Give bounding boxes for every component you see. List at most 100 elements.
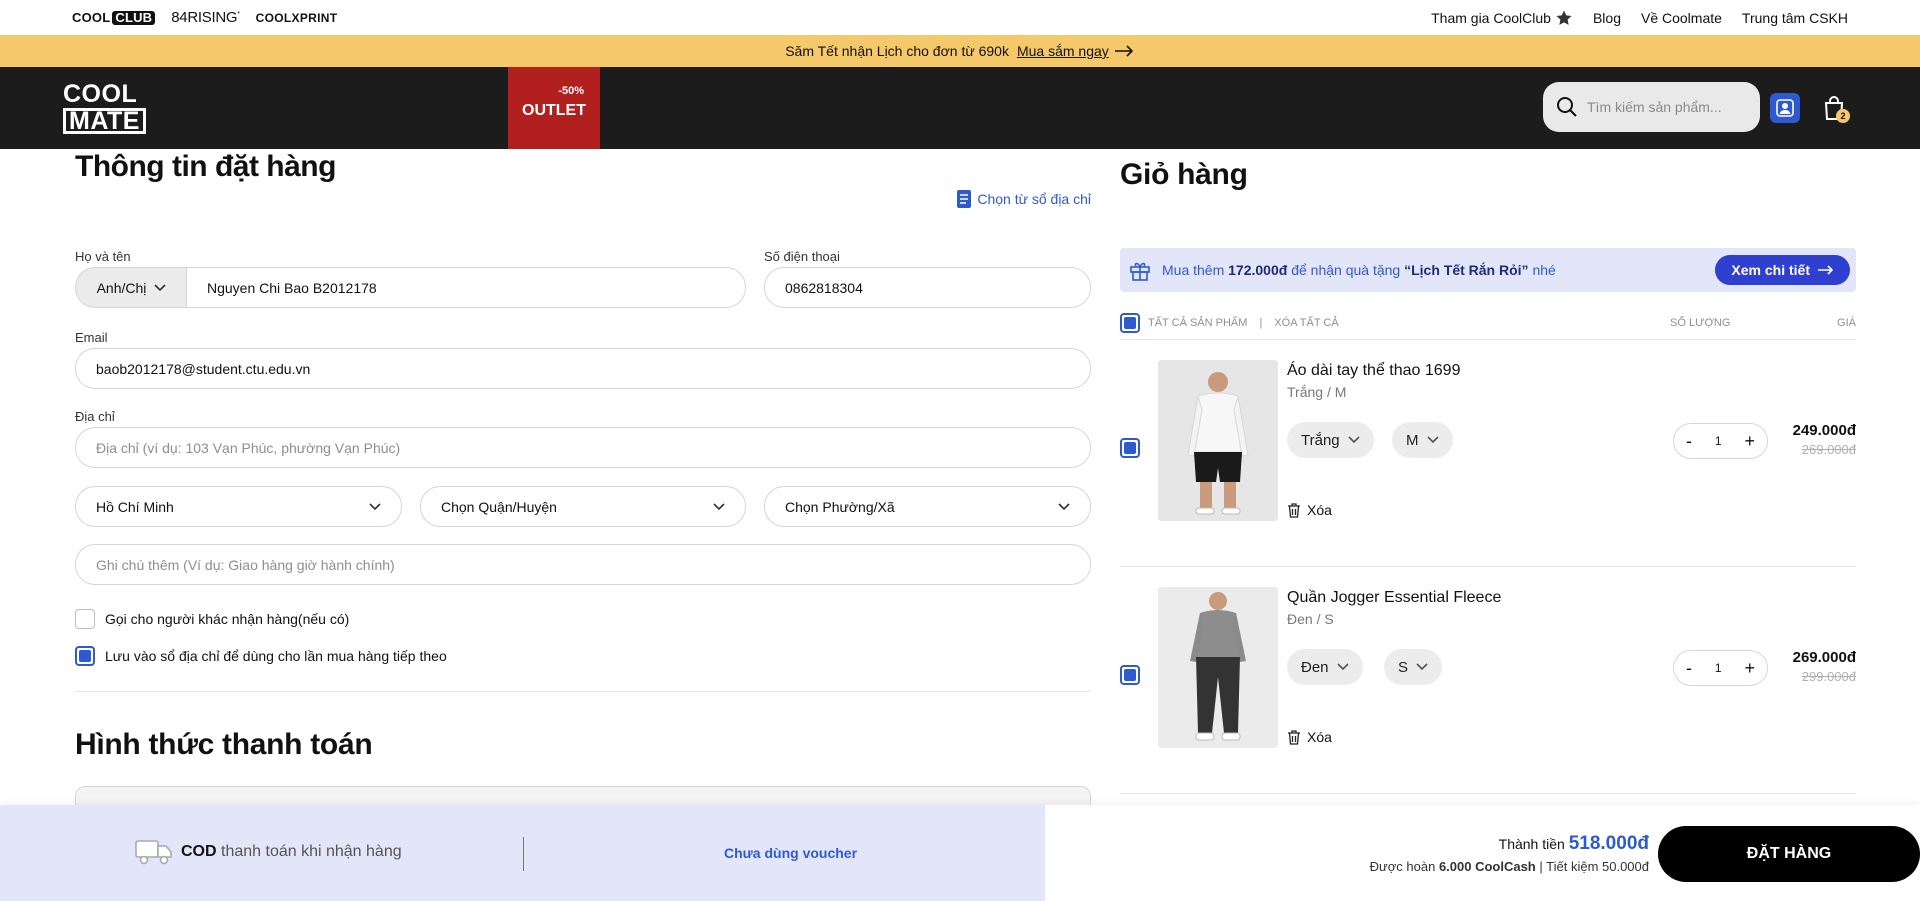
checkout-separator — [523, 837, 524, 871]
total-row: Thành tiền 518.000đ — [1370, 833, 1649, 855]
fullname-label: Họ và tên — [75, 249, 131, 264]
select-all-label[interactable]: TẤT CẢ SẢN PHẨM — [1148, 317, 1247, 329]
place-order-button[interactable]: ĐẶT HÀNG — [1658, 826, 1920, 882]
payment-method-title: Hình thức thanh toán — [75, 728, 373, 761]
chevron-down-icon — [1416, 663, 1428, 671]
cart-table-header: TẤT CẢ SẢN PHẨM | XÓA TẤT CẢ SỐ LƯỢNG GI… — [1120, 308, 1856, 338]
savings-text: | Tiết kiệm 50.000đ — [1539, 859, 1649, 874]
product-photo-longsleeve — [1158, 360, 1278, 521]
salutation-select[interactable]: Anh/Chị — [75, 267, 187, 308]
chevron-down-icon — [713, 502, 725, 510]
header-separator: | — [1259, 317, 1263, 329]
clear-all-link[interactable]: XÓA TẤT CẢ — [1274, 317, 1338, 329]
order-info-title: Thông tin đặt hàng — [75, 150, 336, 183]
blog-link[interactable]: Blog — [1593, 10, 1621, 26]
quantity-value[interactable]: 1 — [1715, 661, 1722, 675]
cart-count-badge: 2 — [1836, 109, 1850, 123]
user-icon — [1776, 99, 1794, 117]
gift-promo-banner: Mua thêm 172.000đ để nhận quà tặng “Lịch… — [1120, 248, 1856, 292]
join-coolclub-link[interactable]: Tham gia CoolClub — [1431, 9, 1573, 27]
cashback-pre: Được hoàn — [1369, 859, 1436, 874]
address-label: Địa chỉ — [75, 409, 115, 424]
trash-icon — [1288, 729, 1300, 745]
size-value: S — [1398, 658, 1409, 676]
item-checkbox[interactable] — [1120, 438, 1140, 458]
about-link[interactable]: Về Coolmate — [1641, 10, 1722, 26]
fullname-input[interactable]: Nguyen Chi Bao B2012178 — [186, 267, 746, 308]
item-divider — [1120, 566, 1856, 567]
call-other-checkbox[interactable] — [75, 609, 95, 629]
product-name[interactable]: Quần Jogger Essential Fleece — [1287, 589, 1501, 607]
district-select[interactable]: Chọn Quận/Huyện — [420, 486, 746, 527]
size-select[interactable]: S — [1384, 649, 1443, 685]
header-divider — [1120, 339, 1856, 340]
coolclub-brand-link[interactable]: COOL CLUB — [72, 10, 156, 25]
section-divider — [75, 691, 1091, 692]
color-select[interactable]: Trắng — [1287, 422, 1374, 458]
cod-label: COD thanh toán khi nhận hàng — [181, 843, 402, 861]
item-checkbox[interactable] — [1120, 665, 1140, 685]
select-all-checkbox[interactable] — [1120, 313, 1140, 333]
delete-item-button[interactable]: Xóa — [1287, 729, 1332, 745]
product-photo-jogger — [1158, 587, 1278, 748]
phone-input[interactable]: 0862818304 — [764, 267, 1091, 308]
top-links: Tham gia CoolClub Blog Về Coolmate Trung… — [1431, 9, 1848, 27]
search-box — [1543, 82, 1760, 132]
save-address-option[interactable]: Lưu vào sổ địa chỉ để dùng cho lần mua h… — [75, 646, 447, 666]
nav-menu: -50% OUTLET SẢN PHẨM ĐỒ LÓT ĐỒ THỂ THAO … — [508, 8, 660, 149]
product-name[interactable]: Áo dài tay thể thao 1699 — [1287, 362, 1460, 380]
account-button[interactable] — [1770, 93, 1800, 123]
city-value: Hồ Chí Minh — [96, 498, 174, 515]
city-select[interactable]: Hồ Chí Minh — [75, 486, 402, 527]
decrease-quantity-button[interactable]: - — [1686, 658, 1692, 679]
item-original-price: 269.000đ — [1801, 442, 1856, 457]
gift-details-button[interactable]: Xem chi tiết — [1715, 255, 1850, 285]
increase-quantity-button[interactable]: + — [1744, 658, 1755, 679]
cod-payment-option[interactable]: COD thanh toán khi nhận hàng — [135, 837, 402, 867]
save-address-label: Lưu vào sổ địa chỉ để dùng cho lần mua h… — [105, 648, 447, 664]
join-coolclub-label: Tham gia CoolClub — [1431, 9, 1551, 26]
84rising-brand-link[interactable]: 84RISING* — [171, 9, 240, 26]
email-input[interactable]: baob2012178@student.ctu.edu.vn — [75, 348, 1091, 389]
call-other-label: Gọi cho người khác nhận hàng(nếu có) — [105, 611, 350, 627]
chevron-down-icon — [1058, 502, 1070, 510]
quantity-stepper: - 1 + — [1673, 650, 1768, 686]
quantity-column-header: SỐ LƯỢNG — [1670, 317, 1731, 329]
note-input[interactable]: Ghi chú thêm (Ví dụ: Giao hàng giờ hành … — [75, 544, 1091, 585]
logo-line-1: COOL — [63, 80, 138, 108]
delete-label: Xóa — [1307, 729, 1332, 745]
delete-item-button[interactable]: Xóa — [1287, 502, 1332, 518]
quantity-value[interactable]: 1 — [1715, 434, 1722, 448]
size-select[interactable]: M — [1392, 422, 1453, 458]
84rising-mark: * — [237, 11, 240, 18]
search-input[interactable] — [1587, 99, 1747, 115]
cod-strong: COD — [181, 843, 217, 860]
coolxprint-brand-link[interactable]: COOLXPRINT — [256, 11, 338, 25]
address-book-icon — [957, 190, 972, 208]
checkout-options-panel: COD thanh toán khi nhận hàng Chưa dùng v… — [0, 805, 1045, 901]
support-center-link[interactable]: Trung tâm CSKH — [1742, 10, 1848, 26]
product-image[interactable] — [1158, 587, 1278, 748]
gift-name: “Lịch Tết Rắn Rỏi” — [1404, 262, 1529, 278]
product-image[interactable] — [1158, 360, 1278, 521]
address-input[interactable]: Địa chỉ (ví dụ: 103 Vạn Phúc, phường Vạn… — [75, 427, 1091, 468]
decrease-quantity-button[interactable]: - — [1686, 431, 1692, 452]
coolmate-logo[interactable]: COOL MATE — [63, 80, 146, 134]
ward-value: Chọn Phường/Xã — [785, 498, 895, 515]
item-divider — [1120, 793, 1856, 794]
save-address-checkbox[interactable] — [75, 646, 95, 666]
cart-button[interactable]: 2 — [1818, 91, 1850, 125]
chevron-down-icon — [1336, 663, 1349, 671]
ward-select[interactable]: Chọn Phường/Xã — [764, 486, 1091, 527]
increase-quantity-button[interactable]: + — [1744, 431, 1755, 452]
chevron-down-icon — [154, 283, 166, 291]
cashback-amount: 6.000 CoolCash — [1438, 859, 1536, 874]
voucher-button[interactable]: Chưa dùng voucher — [724, 845, 857, 861]
address-book-link[interactable]: Chọn từ sổ địa chỉ — [957, 190, 1091, 208]
color-select[interactable]: Đen — [1287, 649, 1363, 685]
product-variant: Trắng / M — [1287, 384, 1347, 400]
item-price: 249.000đ — [1792, 422, 1856, 439]
brand-links: COOL CLUB 84RISING* COOLXPRINT — [72, 9, 337, 26]
call-other-option[interactable]: Gọi cho người khác nhận hàng(nếu có) — [75, 609, 349, 629]
cart-item: Áo dài tay thể thao 1699 Trắng / M Trắng… — [1120, 360, 1856, 560]
